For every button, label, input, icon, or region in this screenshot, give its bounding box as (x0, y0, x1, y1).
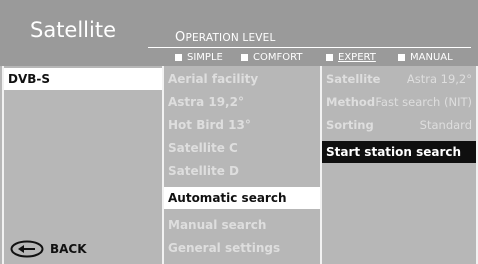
setting-value: Standard (419, 118, 472, 132)
source-column: DVB-S (4, 66, 162, 264)
option-manual[interactable]: MANUAL (398, 51, 453, 63)
option-label: EXPERT (338, 51, 376, 63)
setting-row-method[interactable]: Method Fast search (NIT) (322, 91, 476, 113)
menu-header: Satellite OPERATION LEVEL SIMPLE COMFORT… (0, 0, 478, 66)
menu-item-manual-search[interactable]: Manual search (164, 214, 320, 236)
start-station-search-button[interactable]: Start station search (322, 141, 476, 163)
option-checkbox (326, 53, 333, 61)
option-simple[interactable]: SIMPLE (175, 51, 223, 63)
option-comfort[interactable]: COMFORT (241, 51, 302, 63)
option-label: COMFORT (253, 51, 303, 63)
operation-level-title: OPERATION LEVEL (175, 30, 276, 45)
option-label: SIMPLE (187, 51, 223, 63)
setting-row-sorting[interactable]: Sorting Standard (322, 114, 476, 136)
back-arrow-icon (10, 240, 44, 258)
option-expert[interactable]: EXPERT (326, 51, 376, 63)
back-button[interactable]: BACK (10, 240, 87, 258)
option-checkbox (175, 53, 182, 61)
menu-item-satellite-d[interactable]: Satellite D (164, 160, 320, 182)
setting-label: Method (326, 95, 376, 109)
setting-label: Satellite (326, 72, 381, 86)
setting-row-satellite[interactable]: Satellite Astra 19,2° (322, 68, 476, 90)
operation-level-divider (148, 47, 471, 48)
menu-item-satellite-c[interactable]: Satellite C (164, 137, 320, 159)
satellite-menu-column: Aerial facility Astra 19,2° Hot Bird 13°… (164, 66, 320, 264)
menu-item-hot-bird[interactable]: Hot Bird 13° (164, 114, 320, 136)
menu-item-automatic-search[interactable]: Automatic search (164, 187, 320, 209)
setting-value: Astra 19,2° (406, 72, 472, 86)
back-label: BACK (50, 242, 87, 256)
option-checkbox (398, 53, 405, 61)
menu-item-astra[interactable]: Astra 19,2° (164, 91, 320, 113)
option-label: MANUAL (410, 51, 453, 63)
operation-level-title-rest: PERATION LEVEL (185, 32, 276, 44)
search-settings-column: Satellite Astra 19,2° Method Fast search… (322, 66, 476, 264)
menu-item-dvb-s[interactable]: DVB-S (4, 68, 162, 90)
option-checkbox (241, 53, 248, 61)
menu-item-aerial-facility[interactable]: Aerial facility (164, 68, 320, 90)
menu-title: Satellite (30, 18, 117, 42)
setting-value: Fast search (NIT) (375, 95, 472, 109)
tv-menu-screen: Satellite OPERATION LEVEL SIMPLE COMFORT… (0, 0, 478, 264)
setting-label: Sorting (326, 118, 374, 132)
operation-level-title-cap: O (175, 30, 186, 45)
menu-item-general-settings[interactable]: General settings (164, 237, 320, 259)
